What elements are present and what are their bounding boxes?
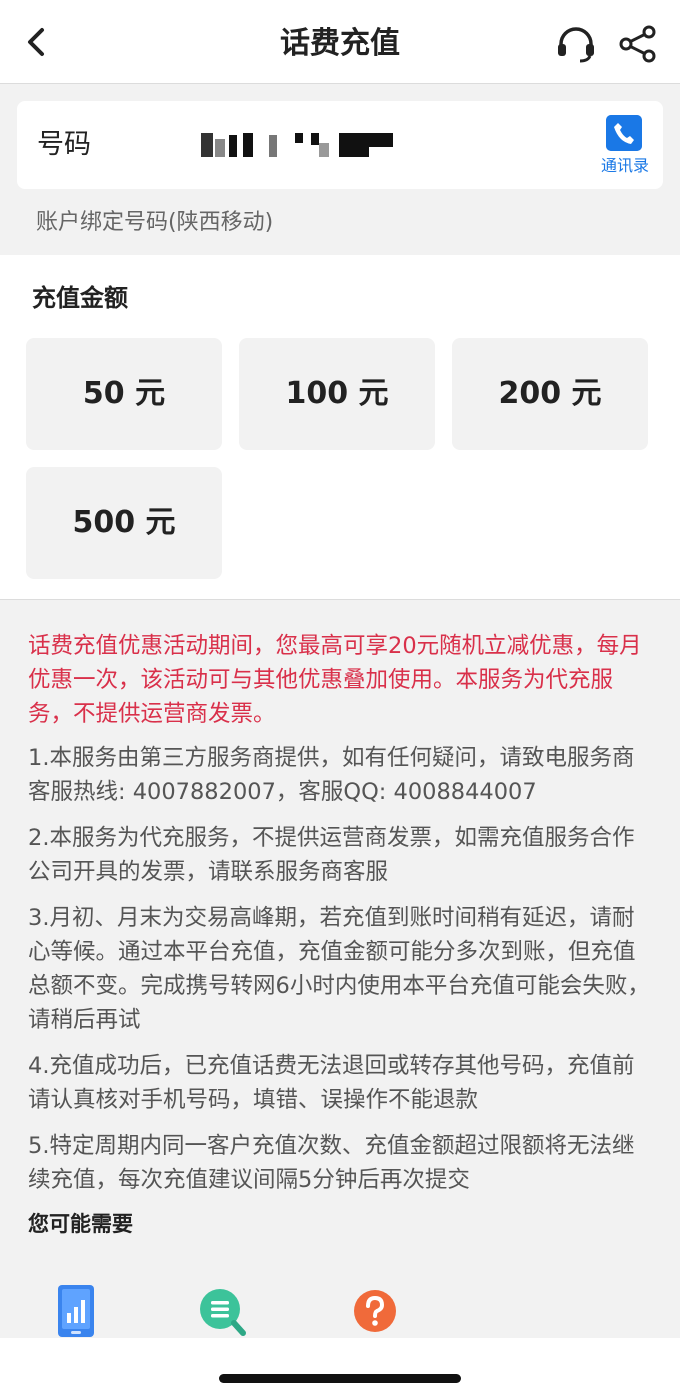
phone-number-area: 号码 通讯录 账户绑定号码(陕西移动)	[0, 85, 680, 255]
phone-data-usage-icon[interactable]	[56, 1285, 96, 1337]
phone-number-masked[interactable]	[195, 131, 415, 159]
home-indicator[interactable]	[219, 1374, 461, 1383]
order-search-icon[interactable]	[198, 1285, 246, 1337]
amount-option-50[interactable]: 50 元	[26, 338, 222, 450]
rule-item: 1.本服务由第三方服务商提供，如有任何疑问，请致电服务商客服热线: 400788…	[28, 745, 635, 805]
contacts-button[interactable]: 通讯录	[595, 113, 655, 181]
contacts-phone-icon	[606, 115, 642, 151]
promo-notice: 话费充值优惠活动期间，您最高可享20元随机立减优惠，每月优惠一次，该活动可与其他…	[28, 633, 642, 727]
customer-service-headset-icon[interactable]	[554, 24, 598, 64]
help-question-icon[interactable]	[352, 1285, 398, 1337]
amount-option-100[interactable]: 100 元	[239, 338, 435, 450]
share-icon[interactable]	[616, 24, 660, 64]
rule-item: 3.月初、月末为交易高峰期，若充值到账时间稍有延迟，请耐心等候。通过本平台充值，…	[28, 905, 650, 1033]
navigation-bar: 话费充值	[0, 0, 680, 84]
amount-option-500[interactable]: 500 元	[26, 467, 222, 579]
amount-section: 充值金额 50 元 100 元 200 元 500 元	[0, 255, 680, 600]
phone-label: 号码	[37, 129, 91, 160]
info-section: 话费充值优惠活动期间，您最高可享20元随机立减优惠，每月优惠一次，该活动可与其他…	[0, 601, 680, 1338]
you-may-need-title: 您可能需要	[28, 1212, 133, 1236]
amount-title: 充值金额	[32, 284, 128, 312]
rule-item: 2.本服务为代充服务，不提供运营商发票，如需充值服务合作公司开具的发票，请联系服…	[28, 825, 635, 885]
contacts-label: 通讯录	[600, 156, 649, 175]
phone-number-card: 号码 通讯录	[17, 101, 663, 189]
home-bar	[0, 1338, 680, 1395]
rule-item: 4.充值成功后，已充值话费无法退回或转存其他号码，充值前请认真核对手机号码，填错…	[28, 1053, 635, 1113]
amount-option-200[interactable]: 200 元	[452, 338, 648, 450]
account-binding-note: 账户绑定号码(陕西移动)	[36, 210, 274, 235]
rule-item: 5.特定周期内同一客户充值次数、充值金额超过限额将无法继续充值，每次充值建议间隔…	[28, 1133, 635, 1193]
